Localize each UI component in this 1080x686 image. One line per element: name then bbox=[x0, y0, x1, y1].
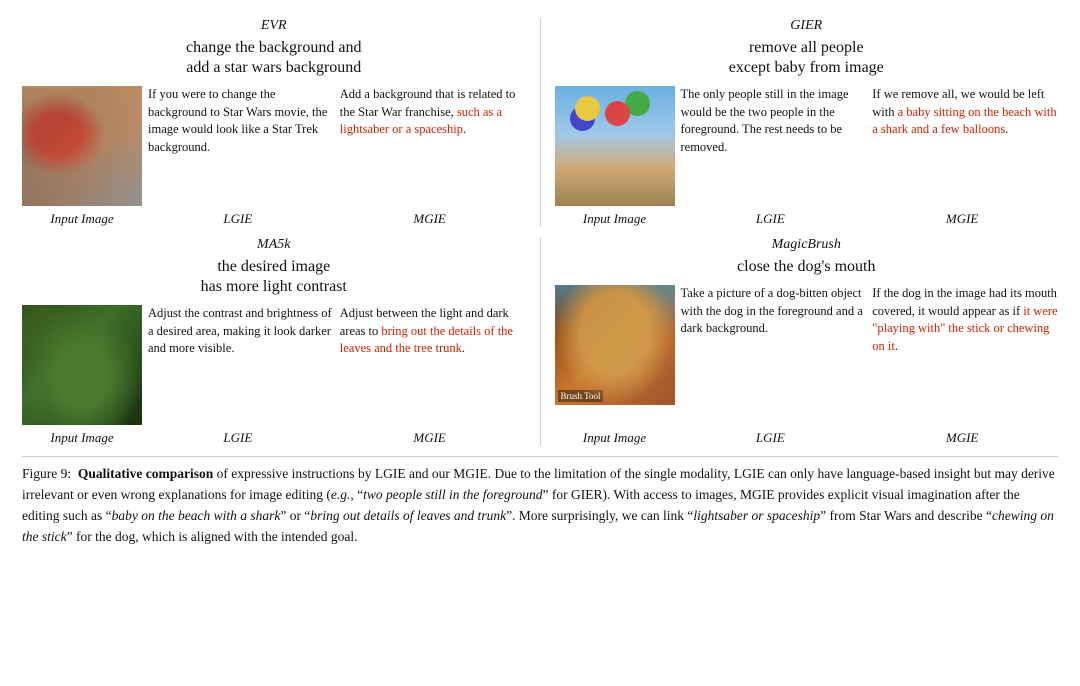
text-col-magicbrush-lgie: Take a picture of a dog-bitten object wi… bbox=[681, 285, 867, 425]
dataset-label-evr: EVR bbox=[22, 18, 526, 34]
lgie-label-evr: LGIE bbox=[142, 211, 334, 227]
figure-container: EVR change the background andadd a star … bbox=[22, 18, 1058, 548]
text-columns-evr: If you were to change the background to … bbox=[148, 86, 526, 206]
panel-magicbrush: MagicBrush close the dog's mouth Brush T… bbox=[555, 237, 1059, 446]
lgie-label-gier: LGIE bbox=[675, 211, 867, 227]
panels-row-2: MA5k the desired imagehas more light con… bbox=[22, 237, 1058, 446]
panel-content-gier: The only people still in the image would… bbox=[555, 86, 1059, 206]
panel-content-magicbrush: Brush Tool Take a picture of a dog-bitte… bbox=[555, 285, 1059, 425]
gier-labels-row: Input Image LGIE MGIE bbox=[555, 211, 1059, 227]
panel-content-evr: If you were to change the background to … bbox=[22, 86, 526, 206]
mgie-label-evr: MGIE bbox=[334, 211, 526, 227]
dataset-label-magicbrush: MagicBrush bbox=[555, 237, 1059, 253]
input-image-label-gier: Input Image bbox=[555, 211, 675, 227]
panel-title-ma5k: the desired imagehas more light contrast bbox=[22, 257, 526, 297]
text-col-magicbrush-mgie: If the dog in the image had its mouth co… bbox=[872, 285, 1058, 425]
highlight-dog: it were "playing with" the stick or chew… bbox=[872, 304, 1057, 353]
dataset-label-gier: GIER bbox=[555, 18, 1059, 34]
text-col-evr-lgie: If you were to change the background to … bbox=[148, 86, 334, 206]
text-col-ma5k-mgie: Adjust between the light and dark areas … bbox=[340, 305, 526, 425]
figure-caption: Figure 9: Qualitative comparison of expr… bbox=[22, 456, 1058, 548]
panel-content-ma5k: Adjust the contrast and brightness of a … bbox=[22, 305, 526, 425]
highlight-baby: a baby sitting on the beach with a shark… bbox=[872, 105, 1056, 137]
panel-title-gier: remove all peopleexcept baby from image bbox=[555, 38, 1059, 78]
text-col-evr-mgie: Add a background that is related to the … bbox=[340, 86, 526, 206]
panel-divider-2 bbox=[540, 237, 541, 446]
magicbrush-labels-row: Input Image LGIE MGIE bbox=[555, 430, 1059, 446]
panel-divider-1 bbox=[540, 18, 541, 227]
text-col-gier-mgie: If we remove all, we would be left with … bbox=[872, 86, 1058, 206]
fig-number: Figure 9: bbox=[22, 466, 71, 481]
input-image-label-ma5k: Input Image bbox=[22, 430, 142, 446]
text-col-gier-lgie: The only people still in the image would… bbox=[681, 86, 867, 206]
ma5k-labels-row: Input Image LGIE MGIE bbox=[22, 430, 526, 446]
brush-tool-label: Brush Tool bbox=[558, 390, 604, 402]
panel-ma5k: MA5k the desired imagehas more light con… bbox=[22, 237, 526, 446]
panel-title-magicbrush: close the dog's mouth bbox=[555, 257, 1059, 277]
panel-gier: GIER remove all peopleexcept baby from i… bbox=[555, 18, 1059, 227]
evr-labels-row: Input Image LGIE MGIE bbox=[22, 211, 526, 227]
image-evr bbox=[22, 86, 142, 206]
mgie-label-gier: MGIE bbox=[866, 211, 1058, 227]
image-magicbrush: Brush Tool bbox=[555, 285, 675, 405]
lgie-label-ma5k: LGIE bbox=[142, 430, 334, 446]
text-col-ma5k-lgie: Adjust the contrast and brightness of a … bbox=[148, 305, 334, 425]
panels-row-1: EVR change the background andadd a star … bbox=[22, 18, 1058, 227]
text-columns-gier: The only people still in the image would… bbox=[681, 86, 1059, 206]
highlight-lightsaber: such as a lightsaber or a spaceship bbox=[340, 105, 502, 137]
text-columns-magicbrush: Take a picture of a dog-bitten object wi… bbox=[681, 285, 1059, 425]
image-ma5k bbox=[22, 305, 142, 425]
panel-evr: EVR change the background andadd a star … bbox=[22, 18, 526, 227]
dataset-label-ma5k: MA5k bbox=[22, 237, 526, 253]
text-columns-ma5k: Adjust the contrast and brightness of a … bbox=[148, 305, 526, 425]
mgie-label-ma5k: MGIE bbox=[334, 430, 526, 446]
panel-title-evr: change the background andadd a star wars… bbox=[22, 38, 526, 78]
image-gier bbox=[555, 86, 675, 206]
mgie-label-magicbrush: MGIE bbox=[866, 430, 1058, 446]
highlight-leaves: bring out the details of the leaves and … bbox=[340, 324, 513, 356]
lgie-label-magicbrush: LGIE bbox=[675, 430, 867, 446]
input-image-label-magicbrush: Input Image bbox=[555, 430, 675, 446]
fig-bold-text: Qualitative comparison bbox=[78, 466, 213, 481]
input-image-label-evr: Input Image bbox=[22, 211, 142, 227]
